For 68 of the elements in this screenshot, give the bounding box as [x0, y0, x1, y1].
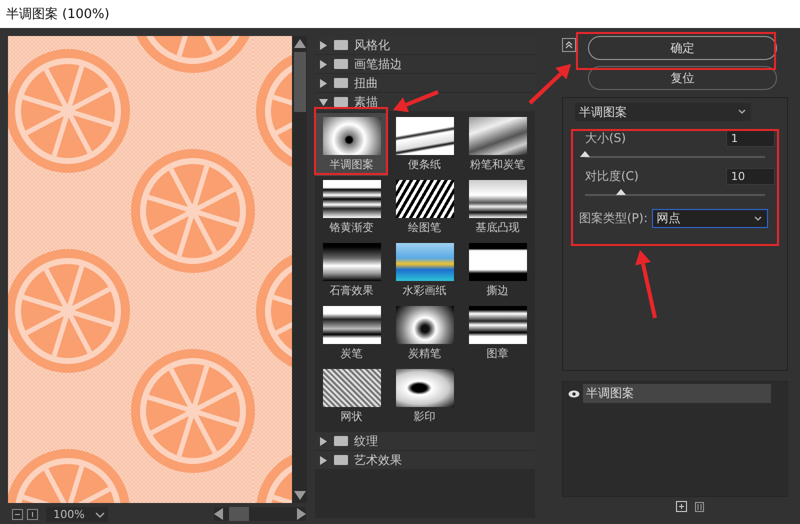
folder-icon — [334, 40, 348, 50]
zoom-in-button[interactable] — [27, 508, 38, 520]
slider-thumb[interactable] — [616, 189, 626, 195]
filter-preview-picture — [468, 117, 526, 155]
value-input-field[interactable]: 1 — [726, 130, 775, 147]
new-layer-icon[interactable] — [676, 501, 687, 512]
annotation-arrow — [528, 64, 571, 104]
filter-category[interactable]: 艺术效果 — [315, 451, 535, 469]
folder-icon — [334, 436, 348, 446]
filter-thumbnail[interactable]: 撕边 — [461, 239, 534, 302]
filter-thumbnail[interactable]: 水彩画纸 — [388, 239, 461, 302]
filter-category[interactable]: 纹理 — [315, 432, 535, 450]
zoom-dropdown[interactable]: 100% — [46, 506, 108, 522]
filter-thumbnail[interactable]: 影印 — [388, 365, 461, 428]
filter-preview-picture — [396, 117, 454, 155]
slider-thumb[interactable] — [580, 151, 590, 157]
filter-preview-picture — [396, 243, 454, 281]
chevron-down-icon — [737, 108, 747, 116]
filter-preview-picture — [396, 306, 454, 344]
filter-thumbnail[interactable]: 石膏效果 — [315, 239, 388, 302]
filter-thumbnail[interactable]: 铬黄渐变 — [315, 176, 388, 239]
filter-preview-picture — [396, 369, 454, 407]
zoom-out-button[interactable] — [12, 508, 23, 520]
annotation-arrow — [393, 90, 439, 112]
filter-preview-picture — [396, 180, 454, 218]
folder-icon — [334, 78, 348, 88]
filter-preview-picture — [322, 369, 380, 407]
filter-category[interactable]: 扭曲 — [315, 74, 535, 92]
scrollbar-thumb[interactable] — [229, 507, 249, 521]
pattern-type-dropdown[interactable]: 网点 — [652, 209, 768, 228]
filter-category[interactable]: 画笔描边 — [315, 55, 535, 73]
trash-icon[interactable] — [695, 501, 704, 512]
folder-icon — [334, 455, 348, 465]
chevron-down-icon — [752, 214, 763, 222]
annotation-arrow — [635, 250, 657, 318]
filter-thumbnail[interactable]: 粉笔和炭笔 — [461, 113, 534, 176]
filter-preview-picture — [322, 306, 380, 344]
slider-label: 对比度(C) — [585, 168, 639, 185]
scrollbar-thumb[interactable] — [294, 52, 306, 112]
value-input-field[interactable]: 10 — [726, 168, 775, 185]
filter-thumbnail[interactable]: 便条纸 — [388, 113, 461, 176]
filter-thumbnail[interactable]: 炭笔 — [315, 302, 388, 365]
filter-thumbnail[interactable]: 绘图笔 — [388, 176, 461, 239]
filter-dropdown[interactable]: 半调图案 — [575, 103, 751, 121]
dialog-button[interactable]: 确定 — [588, 36, 777, 60]
effect-layer-item[interactable]: 半调图案 — [583, 384, 771, 403]
filter-category[interactable]: 素描 — [315, 93, 535, 111]
filter-preview-picture — [322, 180, 380, 218]
filter-preview-picture — [322, 243, 380, 281]
filter-thumbnail[interactable]: 网状 — [315, 365, 388, 428]
slider-label: 大小(S) — [585, 130, 626, 147]
filter-preview-picture — [322, 117, 380, 155]
filter-preview-picture — [468, 306, 526, 344]
collapse-icon[interactable] — [562, 38, 576, 52]
eye-icon[interactable] — [568, 390, 580, 398]
filter-thumbnail[interactable]: 基底凸现 — [461, 176, 534, 239]
filter-thumbnail[interactable]: 图章 — [461, 302, 534, 365]
window-title: 半调图案 (100%) — [6, 6, 110, 23]
filter-category[interactable]: 风格化 — [315, 36, 535, 54]
folder-icon — [334, 59, 348, 69]
filter-thumbnail[interactable]: 炭精笔 — [388, 302, 461, 365]
scroll-right-icon[interactable] — [297, 508, 306, 520]
select-label: 图案类型(P): — [579, 210, 648, 227]
folder-icon — [334, 97, 348, 107]
filter-preview-picture — [468, 243, 526, 281]
dialog-button[interactable]: 复位 — [588, 66, 777, 90]
filter-thumbnail[interactable]: 半调图案 — [315, 113, 388, 176]
filter-preview-picture — [468, 180, 526, 218]
